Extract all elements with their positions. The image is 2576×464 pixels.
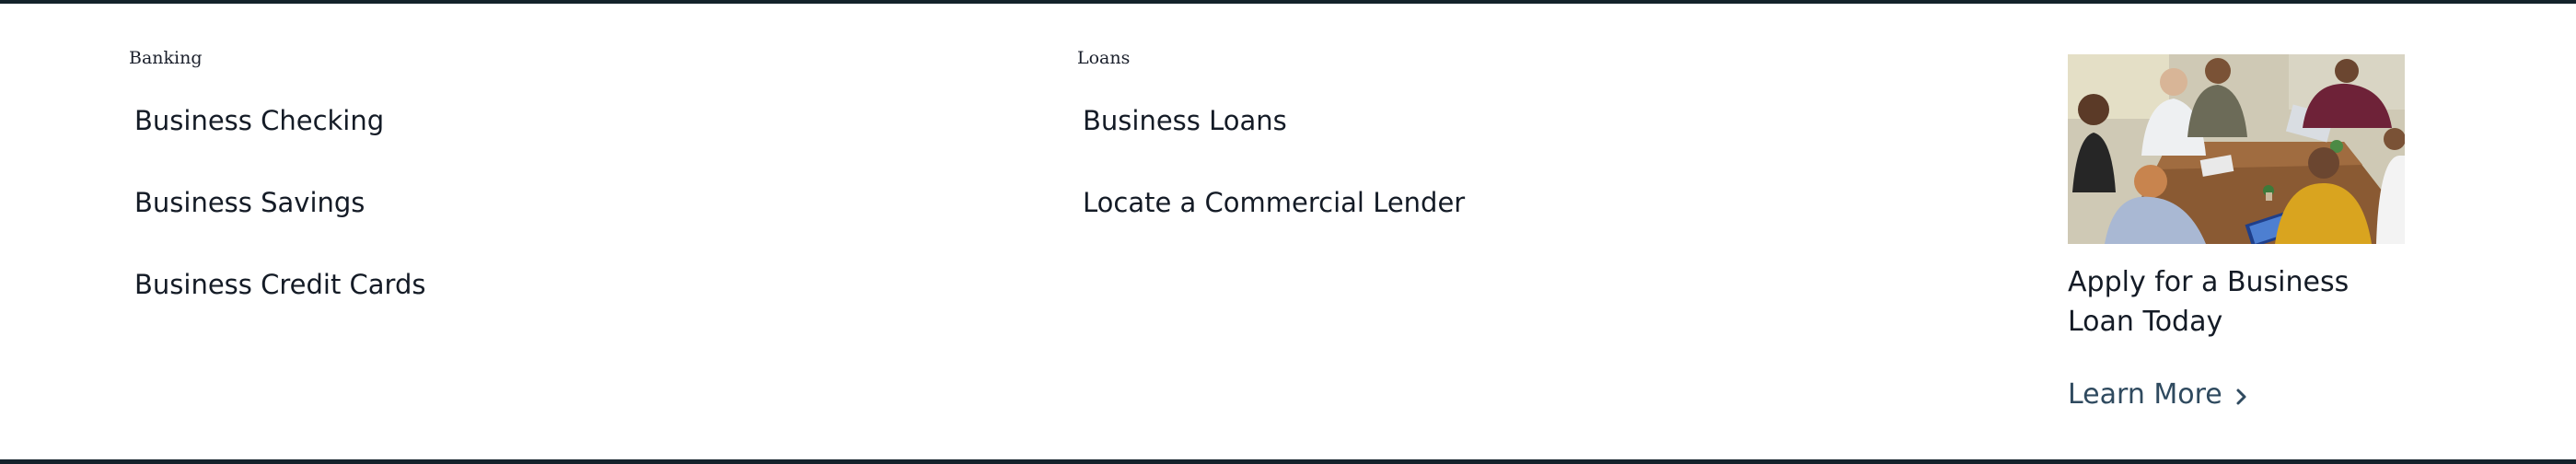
learn-more-label: Learn More	[2068, 378, 2222, 411]
banking-heading: Banking	[129, 48, 203, 68]
learn-more-link[interactable]: Learn More	[2068, 378, 2248, 411]
chevron-right-icon	[2236, 389, 2246, 404]
promo-photo	[2068, 54, 2405, 244]
loans-heading: Loans	[1077, 48, 1131, 68]
business-savings-link[interactable]: Business Savings	[134, 187, 365, 218]
business-checking-link[interactable]: Business Checking	[134, 105, 384, 136]
business-loans-link[interactable]: Business Loans	[1083, 105, 1287, 136]
top-border	[0, 0, 2576, 4]
business-credit-cards-link[interactable]: Business Credit Cards	[134, 269, 425, 300]
bottom-border	[0, 459, 2576, 464]
promo-title: Apply for a Business Loan Today	[2068, 266, 2350, 338]
locate-commercial-lender-link[interactable]: Locate a Commercial Lender	[1083, 187, 1465, 218]
